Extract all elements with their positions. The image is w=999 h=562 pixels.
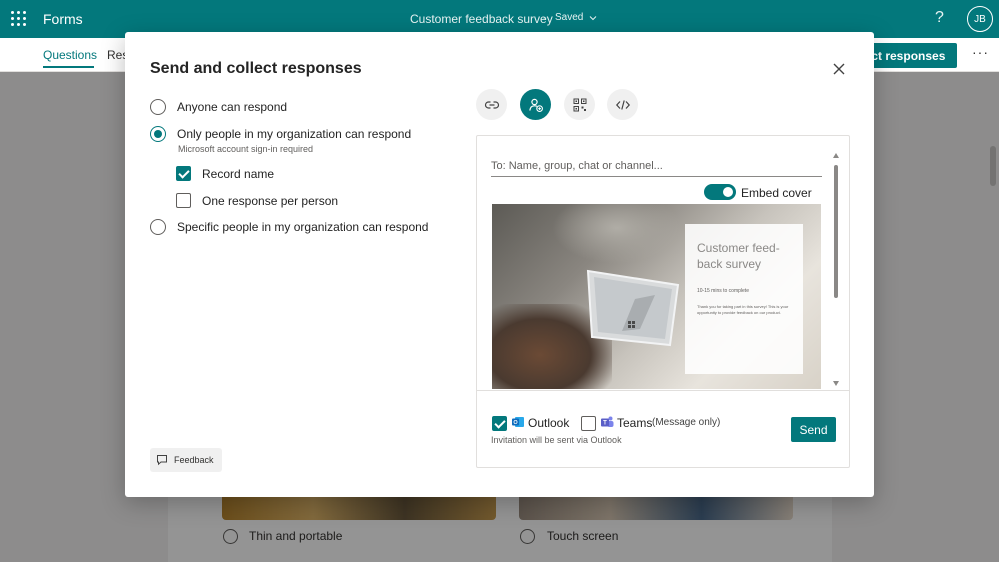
radio-specific-people[interactable]: [150, 219, 166, 235]
one-response-checkbox[interactable]: [176, 193, 191, 208]
outlook-label: Outlook: [528, 416, 570, 430]
option-specific-label: Specific people in my organization can r…: [177, 220, 429, 234]
dialog-title: Send and collect responses: [150, 60, 362, 77]
one-response-label: One response per person: [202, 193, 339, 208]
share-invite-button[interactable]: [520, 89, 551, 120]
cover-card: Customer feed-back survey 10-15 mins to …: [685, 224, 803, 374]
record-name-label: Record name: [202, 166, 275, 181]
scroll-up-arrow[interactable]: [833, 153, 839, 158]
embed-cover-toggle[interactable]: [704, 184, 736, 200]
divider: [477, 390, 849, 391]
recipients-input[interactable]: [491, 155, 822, 177]
chevron-down-icon[interactable]: [588, 13, 598, 23]
option-organization[interactable]: Only people in my organization can respo…: [150, 126, 411, 142]
qr-code-icon: [573, 98, 586, 111]
laptop-image: [586, 269, 680, 347]
cover-preview: Customer feed-back survey 10-15 mins to …: [492, 204, 821, 389]
svg-text:T: T: [603, 420, 607, 426]
setting-one-response[interactable]: One response per person: [176, 193, 338, 208]
cover-duration: 10-15 mins to complete: [697, 288, 749, 294]
option-anyone[interactable]: Anyone can respond: [150, 99, 287, 115]
option-anyone-label: Anyone can respond: [177, 100, 288, 114]
embed-cover-label: Embed cover: [741, 186, 812, 200]
cover-title: Customer feed-back survey: [697, 241, 780, 271]
sign-in-note: Microsoft account sign-in required: [178, 144, 314, 154]
feedback-button[interactable]: Feedback: [150, 448, 222, 472]
panel-scrollbar[interactable]: [834, 165, 838, 298]
setting-record-name[interactable]: Record name: [176, 166, 274, 181]
outlook-icon: O: [512, 417, 524, 427]
outlook-checkbox[interactable]: [492, 416, 507, 431]
app-name[interactable]: Forms: [43, 11, 83, 27]
embed-code-icon: [615, 99, 630, 110]
title-separator: -: [543, 12, 547, 24]
share-link-button[interactable]: [476, 89, 507, 120]
svg-text:O: O: [513, 420, 518, 426]
active-tab-indicator: [43, 66, 94, 68]
teams-label: Teams: [617, 416, 653, 430]
close-icon[interactable]: [832, 62, 846, 76]
document-title[interactable]: Customer feedback survey: [410, 12, 553, 26]
radio-organization[interactable]: [150, 126, 166, 142]
tab-questions[interactable]: Questions: [43, 48, 97, 62]
invite-panel: Embed cover Customer feed-back survey 10…: [476, 135, 850, 468]
cover-description: Thank you for taking part in this survey…: [697, 304, 789, 315]
share-qr-button[interactable]: [564, 89, 595, 120]
save-status: Saved: [555, 12, 584, 23]
avatar[interactable]: JB: [967, 6, 993, 32]
teams-note: (Message only): [652, 417, 721, 428]
link-icon: [484, 100, 499, 109]
invitation-note: Invitation will be sent via Outlook: [491, 435, 622, 445]
scroll-down-arrow[interactable]: [833, 381, 839, 386]
teams-checkbox[interactable]: [581, 416, 596, 431]
option-specific-people[interactable]: Specific people in my organization can r…: [150, 219, 428, 235]
feedback-label: Feedback: [174, 455, 214, 465]
teams-icon: T: [601, 416, 614, 427]
app-launcher-icon[interactable]: [11, 11, 26, 26]
option-organization-label: Only people in my organization can respo…: [177, 127, 412, 141]
send-dialog: Send and collect responses Anyone can re…: [125, 32, 874, 497]
comment-icon: [157, 455, 167, 466]
help-icon[interactable]: ?: [935, 9, 944, 27]
record-name-checkbox[interactable]: [176, 166, 191, 181]
invite-person-icon: [528, 98, 543, 112]
share-embed-button[interactable]: [607, 89, 638, 120]
radio-anyone[interactable]: [150, 99, 166, 115]
send-button[interactable]: Send: [791, 417, 836, 442]
more-options-icon[interactable]: ···: [972, 44, 989, 60]
